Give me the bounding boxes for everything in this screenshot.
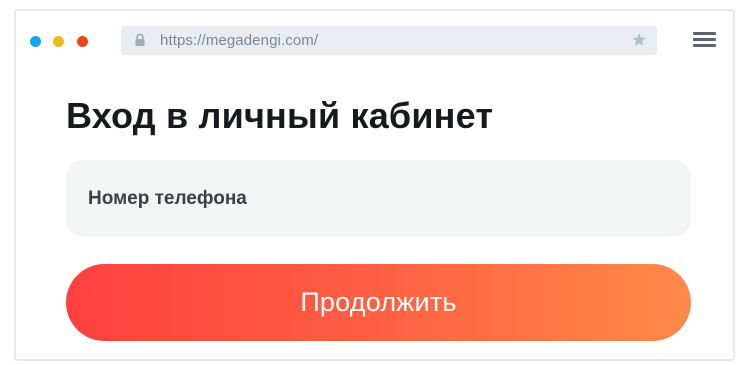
hamburger-menu-icon[interactable] — [693, 32, 716, 49]
window-dot-blue — [30, 36, 41, 47]
phone-input[interactable] — [66, 160, 691, 237]
lock-icon — [133, 33, 147, 47]
window-dot-yellow — [53, 36, 64, 47]
url-text[interactable]: https://megadengi.com/ — [160, 32, 318, 49]
continue-button[interactable]: Продолжить — [66, 264, 691, 341]
page-title: Вход в личный кабинет — [66, 95, 494, 136]
address-bar[interactable]: https://megadengi.com/ — [121, 26, 657, 55]
phone-field[interactable] — [66, 160, 691, 237]
star-icon[interactable] — [631, 32, 647, 48]
window-dot-red — [77, 36, 88, 47]
